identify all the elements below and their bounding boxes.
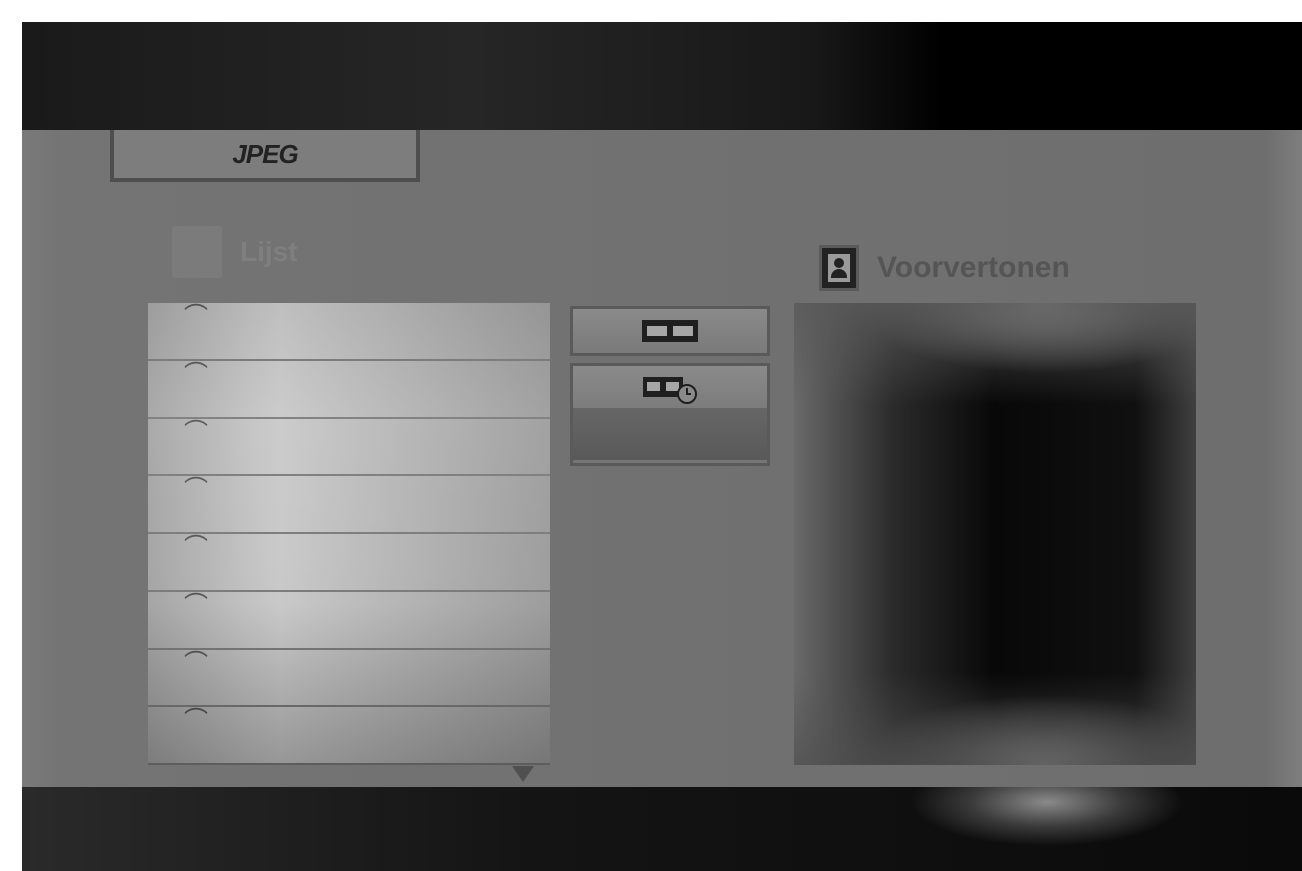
portrait-icon [819, 245, 859, 291]
folder-icon: ⌒ [184, 418, 208, 446]
preview-header: Voorvertonen [819, 238, 1070, 298]
top-bar [22, 22, 1302, 130]
bottom-bar [22, 787, 1302, 871]
jpeg-menu-panel: JPEG Lijst ⌒ ⌒ ⌒ ⌒ ⌒ ⌒ ⌒ ⌒ Voorvertonen [22, 130, 1302, 787]
scroll-down-arrow-icon[interactable] [512, 766, 534, 782]
list-item[interactable]: ⌒ [148, 476, 550, 534]
list-item[interactable]: ⌒ [148, 534, 550, 592]
folder-icon: ⌒ [184, 476, 208, 504]
list-icon [170, 224, 226, 280]
menu-title-tab: JPEG [110, 130, 420, 182]
list-header: Lijst [170, 222, 298, 282]
folder-icon: ⌒ [184, 534, 208, 561]
folder-icon: ⌒ [184, 591, 208, 619]
preview-label: Voorvertonen [877, 251, 1070, 284]
menu-title: JPEG [232, 138, 298, 169]
slideshow-timer-option[interactable] [573, 408, 767, 460]
file-list[interactable]: ⌒ ⌒ ⌒ ⌒ ⌒ ⌒ ⌒ ⌒ [148, 303, 550, 765]
folder-icon: ⌒ [184, 303, 208, 330]
list-item[interactable]: ⌒ [148, 303, 550, 361]
list-item[interactable]: ⌒ [148, 419, 550, 477]
list-item[interactable]: ⌒ [148, 650, 550, 708]
slideshow-button[interactable] [570, 306, 770, 356]
slideshow-timer-button[interactable] [570, 363, 770, 466]
list-item[interactable]: ⌒ [148, 707, 550, 765]
folder-icon: ⌒ [184, 707, 208, 735]
list-item[interactable]: ⌒ [148, 592, 550, 650]
clock-icon [677, 384, 697, 404]
film-icon [642, 320, 698, 342]
folder-icon: ⌒ [184, 360, 208, 388]
list-label: Lijst [240, 236, 298, 267]
screen: JPEG Lijst ⌒ ⌒ ⌒ ⌒ ⌒ ⌒ ⌒ ⌒ Voorvertonen [22, 22, 1302, 871]
folder-icon: ⌒ [184, 649, 208, 677]
preview-pane [794, 303, 1196, 765]
list-item[interactable]: ⌒ [148, 361, 550, 419]
